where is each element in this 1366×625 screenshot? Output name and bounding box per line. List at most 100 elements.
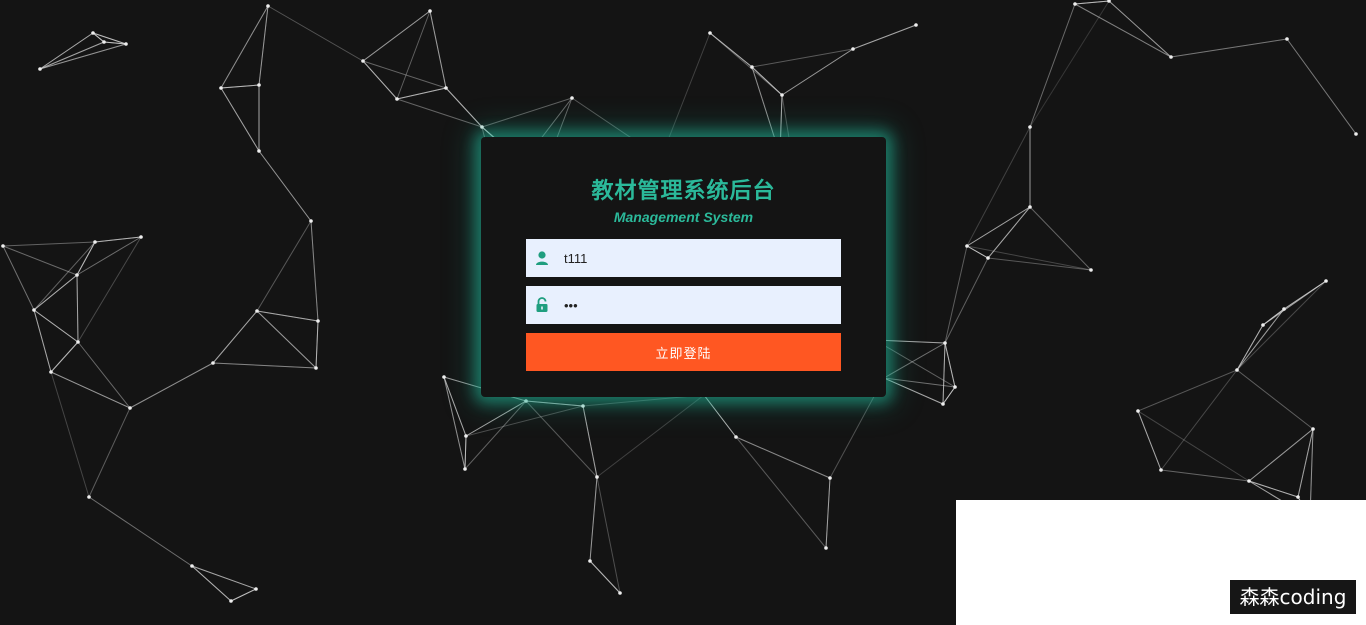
network-node <box>1 244 5 248</box>
network-node <box>708 31 712 35</box>
network-line <box>525 400 584 407</box>
network-line <box>88 407 131 498</box>
network-line <box>396 10 431 100</box>
network-node <box>1136 409 1140 413</box>
network-line <box>230 588 257 602</box>
network-node <box>211 361 215 365</box>
network-node <box>128 406 132 410</box>
network-node <box>463 467 467 471</box>
network-line <box>33 241 96 311</box>
network-node <box>316 319 320 323</box>
password-field[interactable] <box>526 286 841 324</box>
network-line <box>596 394 705 478</box>
network-line <box>191 565 232 602</box>
network-line <box>1029 206 1092 271</box>
network-node <box>1282 307 1286 311</box>
network-line <box>39 43 127 70</box>
network-line <box>39 41 105 70</box>
network-node <box>734 435 738 439</box>
network-node <box>75 273 79 277</box>
network-line <box>2 241 96 247</box>
network-line <box>944 245 968 344</box>
network-line <box>267 5 364 62</box>
network-line <box>77 341 131 409</box>
network-node <box>93 240 97 244</box>
network-node <box>38 67 42 71</box>
network-line <box>315 320 319 369</box>
network-line <box>212 362 317 369</box>
login-button[interactable]: 立即登陆 <box>526 333 841 371</box>
network-line <box>33 309 52 373</box>
network-node <box>361 59 365 63</box>
network-node <box>255 309 259 313</box>
network-node <box>1028 205 1032 209</box>
network-node <box>914 23 918 27</box>
network-node <box>87 495 91 499</box>
network-line <box>735 436 831 479</box>
network-node <box>257 149 261 153</box>
network-line <box>751 48 854 68</box>
network-line <box>33 309 79 343</box>
username-field[interactable] <box>526 239 841 277</box>
network-line <box>220 84 260 89</box>
network-line <box>942 342 946 405</box>
network-node <box>965 244 969 248</box>
network-line <box>258 5 269 86</box>
network-node <box>1311 427 1315 431</box>
network-line <box>944 257 989 344</box>
network-node <box>257 83 261 87</box>
network-node <box>102 40 106 44</box>
network-node <box>395 97 399 101</box>
network-line <box>33 274 78 311</box>
network-line <box>481 97 573 128</box>
network-line <box>709 32 753 68</box>
network-node <box>139 235 143 239</box>
network-node <box>1247 479 1251 483</box>
network-line <box>258 150 312 222</box>
network-node <box>595 475 599 479</box>
network-line <box>883 342 946 379</box>
network-line <box>212 310 258 364</box>
network-line <box>465 400 527 437</box>
password-input[interactable] <box>564 286 834 324</box>
network-line <box>220 87 260 152</box>
network-node <box>91 31 95 35</box>
network-line <box>50 341 79 373</box>
network-line <box>50 371 90 498</box>
network-node <box>1261 323 1265 327</box>
network-node <box>1296 495 1300 499</box>
network-line <box>464 400 527 470</box>
network-line <box>50 371 131 409</box>
network-line <box>1236 280 1327 371</box>
network-node <box>1324 279 1328 283</box>
network-line <box>825 477 831 549</box>
network-line <box>443 376 466 470</box>
network-line <box>1137 410 1162 471</box>
network-line <box>944 342 956 388</box>
network-line <box>220 5 269 89</box>
network-line <box>1074 3 1172 58</box>
network-line <box>852 24 917 50</box>
network-line <box>966 245 1092 271</box>
network-line <box>966 126 1031 247</box>
network-line <box>310 220 319 322</box>
network-node <box>229 599 233 603</box>
network-line <box>1170 38 1288 58</box>
network-node <box>1235 368 1239 372</box>
network-node <box>780 93 784 97</box>
network-line <box>525 400 598 478</box>
network-node <box>1159 468 1163 472</box>
network-line <box>1286 38 1357 135</box>
network-line <box>1236 369 1314 430</box>
network-node <box>32 308 36 312</box>
username-input[interactable] <box>564 239 834 277</box>
network-line <box>781 48 854 96</box>
network-node <box>124 42 128 46</box>
network-node <box>570 96 574 100</box>
network-line <box>1248 480 1299 498</box>
network-node <box>851 47 855 51</box>
network-node <box>219 86 223 90</box>
network-node <box>986 256 990 260</box>
network-node <box>1285 37 1289 41</box>
network-line <box>1160 469 1250 482</box>
